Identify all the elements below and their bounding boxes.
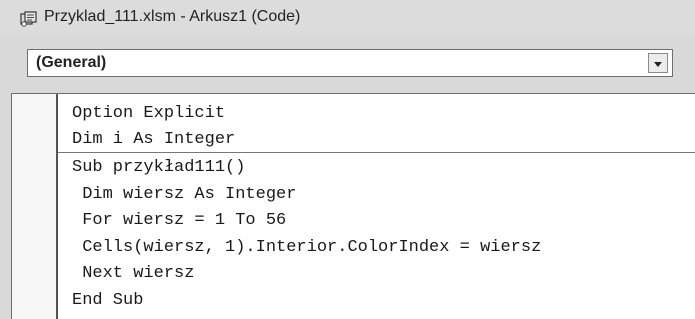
code-line[interactable]: End Sub	[72, 288, 143, 314]
code-line[interactable]: For wiersz = 1 To 56	[72, 208, 286, 234]
code-line[interactable]: Sub przykład111()	[72, 155, 245, 181]
object-dropdown-value: (General)	[36, 54, 107, 71]
code-line[interactable]: Dim i As Integer	[72, 127, 235, 153]
code-line[interactable]: Dim wiersz As Integer	[72, 182, 296, 208]
object-dropdown[interactable]: (General)	[27, 49, 673, 77]
code-line[interactable]: Cells(wiersz, 1).Interior.ColorIndex = w…	[72, 235, 541, 261]
vba-code-window: Przyklad_111.xlsm - Arkusz1 (Code) (Gene…	[0, 0, 695, 319]
code-line[interactable]: Next wiersz	[72, 261, 194, 287]
code-area[interactable]: Option Explicit Dim i As Integer Sub prz…	[58, 94, 695, 319]
procedure-separator	[58, 152, 695, 153]
code-line[interactable]: Option Explicit	[72, 101, 225, 127]
vba-module-icon	[20, 11, 38, 27]
window-title: Przyklad_111.xlsm - Arkusz1 (Code)	[44, 8, 301, 25]
title-bar[interactable]: Przyklad_111.xlsm - Arkusz1 (Code)	[0, 0, 695, 36]
code-editor[interactable]: Option Explicit Dim i As Integer Sub prz…	[11, 93, 695, 319]
chevron-down-icon[interactable]	[648, 53, 668, 73]
margin-indicator-bar[interactable]	[12, 94, 58, 319]
